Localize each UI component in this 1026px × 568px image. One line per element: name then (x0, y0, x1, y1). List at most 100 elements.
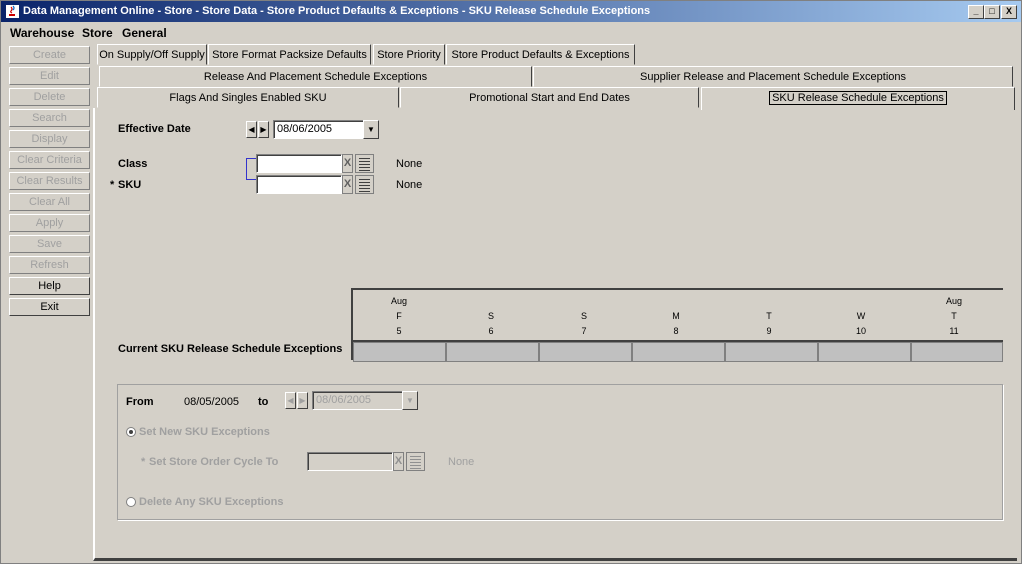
title-bar: Data Management Online - Store - Store D… (1, 1, 1021, 22)
delete-button[interactable]: Delete (9, 88, 90, 106)
calendar-day-header: S6 (445, 294, 537, 339)
help-button[interactable]: Help (9, 277, 90, 295)
prev-date-button[interactable]: ◀ (246, 121, 257, 138)
to-date-field[interactable]: 08/06/2005 (312, 391, 403, 410)
tab-store-format-packsize-defaults[interactable]: Store Format Packsize Defaults (208, 44, 371, 65)
maximize-button[interactable]: □ (984, 5, 1000, 19)
calendar-cell[interactable] (818, 342, 911, 362)
effective-date-field[interactable]: 08/06/2005 (273, 120, 364, 139)
month-label (538, 294, 630, 309)
edit-button[interactable]: Edit (9, 67, 90, 85)
release-schedule-calendar: Aug F 5 S6 S7 M8 T9 W 10 Aug T 11 (351, 288, 1003, 362)
tab-promotional-start-end-dates[interactable]: Promotional Start and End Dates (400, 87, 699, 108)
exception-range-group: From 08/05/2005 to ◀ ▶ 08/06/2005 ▼ Set … (117, 384, 1003, 520)
day-number: 11 (949, 326, 959, 336)
sku-required-marker: * (110, 179, 115, 191)
tab-store-priority[interactable]: Store Priority (373, 44, 445, 65)
clear-icon: X (394, 455, 403, 467)
sku-clear-button[interactable]: X (342, 175, 353, 194)
prev-to-date-button[interactable]: ◀ (285, 392, 296, 409)
menu-warehouse[interactable]: Warehouse (10, 26, 74, 40)
sku-description: None (396, 179, 423, 191)
calendar-cell[interactable] (632, 342, 725, 362)
calendar-day-header: M8 (630, 294, 722, 339)
calendar-day-header: T9 (723, 294, 815, 339)
tab-store-product-defaults-exceptions[interactable]: Store Product Defaults & Exceptions (446, 44, 635, 65)
tab-flags-and-singles-enabled-sku[interactable]: Flags And Singles Enabled SKU (97, 87, 399, 108)
clear-criteria-button[interactable]: Clear Criteria (9, 151, 90, 169)
delete-exceptions-label: Delete Any SKU Exceptions (139, 496, 284, 508)
calendar-exception-row (353, 340, 1003, 362)
refresh-button[interactable]: Refresh (9, 256, 90, 274)
sku-input[interactable] (256, 175, 342, 194)
next-to-date-button[interactable]: ▶ (297, 392, 308, 409)
day-number: 7 (581, 326, 587, 336)
clear-results-button[interactable]: Clear Results (9, 172, 90, 190)
set-new-exceptions-radio[interactable] (126, 427, 136, 437)
month-label (815, 294, 907, 309)
calendar-cell[interactable] (725, 342, 818, 362)
sku-label: SKU (118, 179, 142, 191)
chevron-down-icon: ▼ (367, 125, 375, 134)
class-sku-link-bracket (246, 158, 256, 180)
order-cycle-description: None (448, 456, 475, 468)
to-label: to (258, 396, 269, 408)
tab-sku-release-schedule-exceptions-label: SKU Release Schedule Exceptions (769, 91, 947, 105)
class-clear-button[interactable]: X (342, 154, 353, 173)
java-cup-icon (6, 5, 19, 18)
day-number: 5 (396, 326, 402, 336)
tab-on-supply-off-supply[interactable]: On Supply/Off Supply (97, 44, 207, 65)
apply-button[interactable]: Apply (9, 214, 90, 232)
menu-store[interactable]: Store (82, 26, 113, 40)
delete-exceptions-radio[interactable] (126, 497, 136, 507)
save-button[interactable]: Save (9, 235, 90, 253)
from-label: From (126, 396, 154, 408)
display-button[interactable]: Display (9, 130, 90, 148)
month-label (445, 294, 537, 309)
exit-button[interactable]: Exit (9, 298, 90, 316)
order-cycle-required-marker: * (141, 456, 146, 468)
calendar-cell[interactable] (353, 342, 446, 362)
set-new-exceptions-label: Set New SKU Exceptions (139, 426, 270, 438)
order-cycle-clear-button[interactable]: X (393, 452, 404, 471)
class-label: Class (118, 158, 148, 170)
to-date-dropdown[interactable]: ▼ (402, 391, 418, 410)
class-input[interactable] (256, 154, 342, 173)
weekday-label: S (580, 311, 587, 321)
calendar-cell[interactable] (911, 342, 1003, 362)
class-description: None (396, 158, 423, 170)
order-cycle-input[interactable] (307, 452, 393, 471)
arrow-left-icon: ◀ (287, 396, 294, 405)
day-number: 10 (855, 326, 866, 336)
app-window: Data Management Online - Store - Store D… (0, 0, 1022, 564)
window-title: Data Management Online - Store - Store D… (23, 5, 651, 17)
calendar-day-header: Aug F 5 (353, 294, 445, 339)
create-button[interactable]: Create (9, 46, 90, 64)
menu-general[interactable]: General (122, 26, 167, 40)
close-button[interactable]: X (1001, 5, 1017, 19)
calendar-cell[interactable] (539, 342, 632, 362)
order-cycle-lookup-button[interactable] (406, 452, 425, 471)
calendar-day-header: Aug T 11 (908, 294, 1000, 339)
tab-supplier-release-placement-schedule-exceptions[interactable]: Supplier Release and Placement Schedule … (533, 66, 1013, 87)
tab-sku-release-schedule-exceptions[interactable]: SKU Release Schedule Exceptions (701, 87, 1015, 110)
class-lookup-button[interactable] (355, 154, 374, 173)
current-exceptions-label: Current SKU Release Schedule Exceptions (118, 343, 343, 355)
calendar-cell[interactable] (446, 342, 539, 362)
effective-date-label: Effective Date (118, 123, 191, 135)
calendar-day-header: S7 (538, 294, 630, 339)
tab-release-and-placement-schedule-exceptions[interactable]: Release And Placement Schedule Exception… (99, 66, 532, 87)
from-date: 08/05/2005 (184, 396, 240, 408)
arrow-right-icon: ▶ (260, 125, 267, 134)
clear-all-button[interactable]: Clear All (9, 193, 90, 211)
next-date-button[interactable]: ▶ (258, 121, 269, 138)
calendar-day-header: W 10 (815, 294, 907, 339)
month-label (723, 294, 815, 309)
minimize-button[interactable]: _ (968, 5, 984, 19)
effective-date-dropdown[interactable]: ▼ (363, 120, 379, 139)
weekday-label: S (487, 311, 494, 321)
sku-lookup-button[interactable] (355, 175, 374, 194)
main-content: On Supply/Off Supply Store Format Packsi… (93, 43, 1019, 561)
weekday-label: F (396, 311, 402, 321)
search-button[interactable]: Search (9, 109, 90, 127)
